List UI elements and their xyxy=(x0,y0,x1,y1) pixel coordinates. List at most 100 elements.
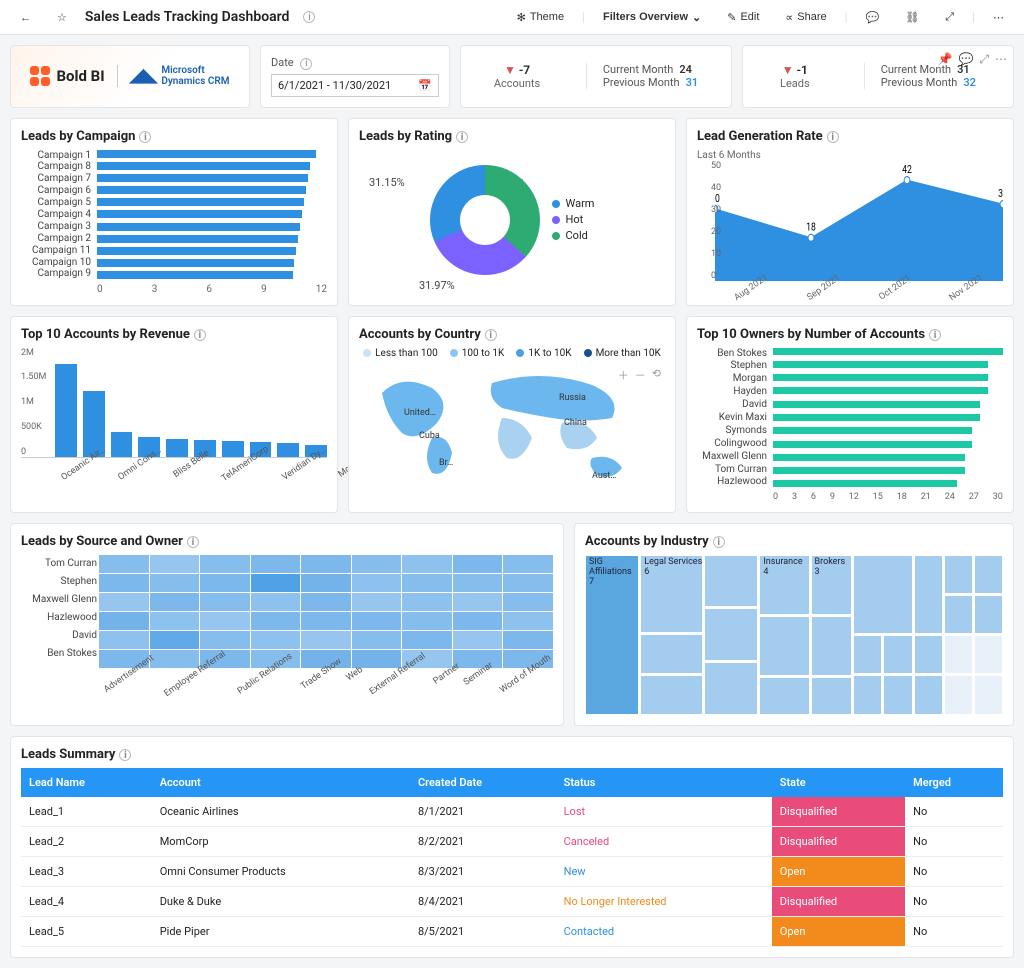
revenue-bar[interactable] xyxy=(111,432,133,457)
star-button[interactable]: ☆ xyxy=(49,7,75,28)
heatmap-cell[interactable] xyxy=(301,555,351,573)
revenue-bar[interactable] xyxy=(222,441,244,456)
heatmap-cell[interactable] xyxy=(503,593,553,611)
heatmap-cell[interactable] xyxy=(251,593,301,611)
info-icon[interactable]: i xyxy=(300,58,312,70)
heatmap-cell[interactable] xyxy=(99,631,149,649)
info-icon[interactable]: i xyxy=(194,329,206,341)
table-row[interactable]: Lead_1Oceanic Airlines8/1/2021LostDisqua… xyxy=(21,797,1003,827)
heatmap-cell[interactable] xyxy=(150,612,200,630)
share-button[interactable]: ∝ Share xyxy=(777,7,834,28)
treemap[interactable]: SIG Affiliations7 Legal Services6 Insura… xyxy=(585,555,1003,715)
heatmap-cell[interactable] xyxy=(150,555,200,573)
date-input[interactable]: 6/1/2021 - 11/30/2021 📅 xyxy=(271,74,439,97)
owner-bar[interactable] xyxy=(773,361,988,368)
heatmap-cell[interactable] xyxy=(453,555,503,573)
heatmap-cell[interactable] xyxy=(402,593,452,611)
heatmap-cell[interactable] xyxy=(200,631,250,649)
lgr-area-svg[interactable]: 30184232 xyxy=(715,161,1003,281)
heatmap-cell[interactable] xyxy=(99,555,149,573)
heatmap-cell[interactable] xyxy=(503,555,553,573)
heatmap-cell[interactable] xyxy=(200,574,250,592)
more-icon[interactable]: ⋯ xyxy=(995,52,1007,67)
info-icon[interactable]: i xyxy=(187,536,199,548)
campaign-bar[interactable] xyxy=(97,162,310,170)
campaign-bar[interactable] xyxy=(97,259,294,267)
info-icon[interactable]: i xyxy=(456,131,468,143)
table-row[interactable]: Lead_4Duke & Duke8/4/2021No Longer Inter… xyxy=(21,886,1003,916)
owner-bar[interactable] xyxy=(773,348,1003,355)
campaign-bar[interactable] xyxy=(97,223,300,231)
heatmap-cell[interactable] xyxy=(402,574,452,592)
heatmap-cell[interactable] xyxy=(301,593,351,611)
heatmap-cell[interactable] xyxy=(402,612,452,630)
heatmap-cell[interactable] xyxy=(352,555,402,573)
info-icon[interactable]: i xyxy=(139,131,151,143)
heatmap-cell[interactable] xyxy=(301,612,351,630)
info-icon[interactable]: i xyxy=(303,11,315,23)
heatmap-cell[interactable] xyxy=(150,574,200,592)
heatmap-cell[interactable] xyxy=(251,574,301,592)
campaign-bar[interactable] xyxy=(97,271,293,279)
heatmap-cell[interactable] xyxy=(453,574,503,592)
expand-icon[interactable]: ⤢ xyxy=(937,6,962,28)
owner-bar[interactable] xyxy=(773,374,988,381)
table-header[interactable]: Status xyxy=(556,768,772,797)
heatmap-cell[interactable] xyxy=(251,631,301,649)
comment-icon[interactable]: 💬 xyxy=(858,7,888,28)
owner-bar[interactable] xyxy=(773,480,957,487)
heatmap-cell[interactable] xyxy=(453,650,503,668)
world-map[interactable]: ＋ － ⟲ Russia China United… Cuba Br… xyxy=(359,363,665,493)
heatmap-cell[interactable] xyxy=(352,631,402,649)
campaign-bar[interactable] xyxy=(97,247,296,255)
table-header[interactable]: State xyxy=(772,768,905,797)
pin-icon[interactable]: 📌 xyxy=(937,52,952,67)
table-header[interactable]: Merged xyxy=(905,768,1003,797)
comment-icon[interactable]: 💬 xyxy=(958,52,973,67)
heatmap-cell[interactable] xyxy=(352,574,402,592)
revenue-bar[interactable] xyxy=(55,364,77,457)
campaign-bar[interactable] xyxy=(97,235,298,243)
owner-bar[interactable] xyxy=(773,427,972,434)
heatmap-cell[interactable] xyxy=(99,593,149,611)
heatmap-cell[interactable] xyxy=(402,631,452,649)
zoom-in-icon[interactable]: ＋ xyxy=(618,367,629,383)
back-button[interactable]: ← xyxy=(12,7,39,28)
owner-bar[interactable] xyxy=(773,414,980,421)
info-icon[interactable]: i xyxy=(119,749,131,761)
heatmap-cell[interactable] xyxy=(200,593,250,611)
heatmap-cell[interactable] xyxy=(200,612,250,630)
theme-button[interactable]: ✻ Theme xyxy=(509,7,572,28)
table-row[interactable]: Lead_3Omni Consumer Products8/3/2021NewO… xyxy=(21,856,1003,886)
edit-button[interactable]: ✎ Edit xyxy=(719,7,767,28)
campaign-bar[interactable] xyxy=(97,174,308,182)
heatmap-cell[interactable] xyxy=(150,631,200,649)
table-row[interactable]: Lead_2MomCorp8/2/2021CanceledDisqualifie… xyxy=(21,826,1003,856)
calendar-icon[interactable]: 📅 xyxy=(418,79,432,92)
campaign-bar[interactable] xyxy=(97,186,306,194)
heatmap-cell[interactable] xyxy=(352,593,402,611)
heatmap-cell[interactable] xyxy=(453,612,503,630)
heatmap-cell[interactable] xyxy=(251,612,301,630)
filters-button[interactable]: Filters Overview ⌄ xyxy=(595,7,709,28)
revenue-bar[interactable] xyxy=(166,439,188,456)
info-icon[interactable]: i xyxy=(485,329,497,341)
campaign-bar[interactable] xyxy=(97,210,302,218)
heatmap-cell[interactable] xyxy=(503,612,553,630)
owner-bar[interactable] xyxy=(773,401,980,408)
campaign-bar[interactable] xyxy=(97,150,316,158)
donut-chart[interactable] xyxy=(430,165,540,275)
info-icon[interactable]: i xyxy=(827,131,839,143)
revenue-bar[interactable] xyxy=(277,443,299,456)
heatmap-cell[interactable] xyxy=(150,593,200,611)
heatmap-cell[interactable] xyxy=(503,631,553,649)
heatmap-cell[interactable] xyxy=(402,555,452,573)
heatmap-cell[interactable] xyxy=(301,631,351,649)
table-header[interactable]: Lead Name xyxy=(21,768,152,797)
owner-bar[interactable] xyxy=(773,454,965,461)
heatmap-cell[interactable] xyxy=(453,631,503,649)
info-icon[interactable]: i xyxy=(929,329,941,341)
heatmap-cell[interactable] xyxy=(503,574,553,592)
expand-icon[interactable]: ⤢ xyxy=(979,52,989,67)
table-row[interactable]: Lead_5Pide Piper8/5/2021ContactedOpenNo xyxy=(21,916,1003,946)
